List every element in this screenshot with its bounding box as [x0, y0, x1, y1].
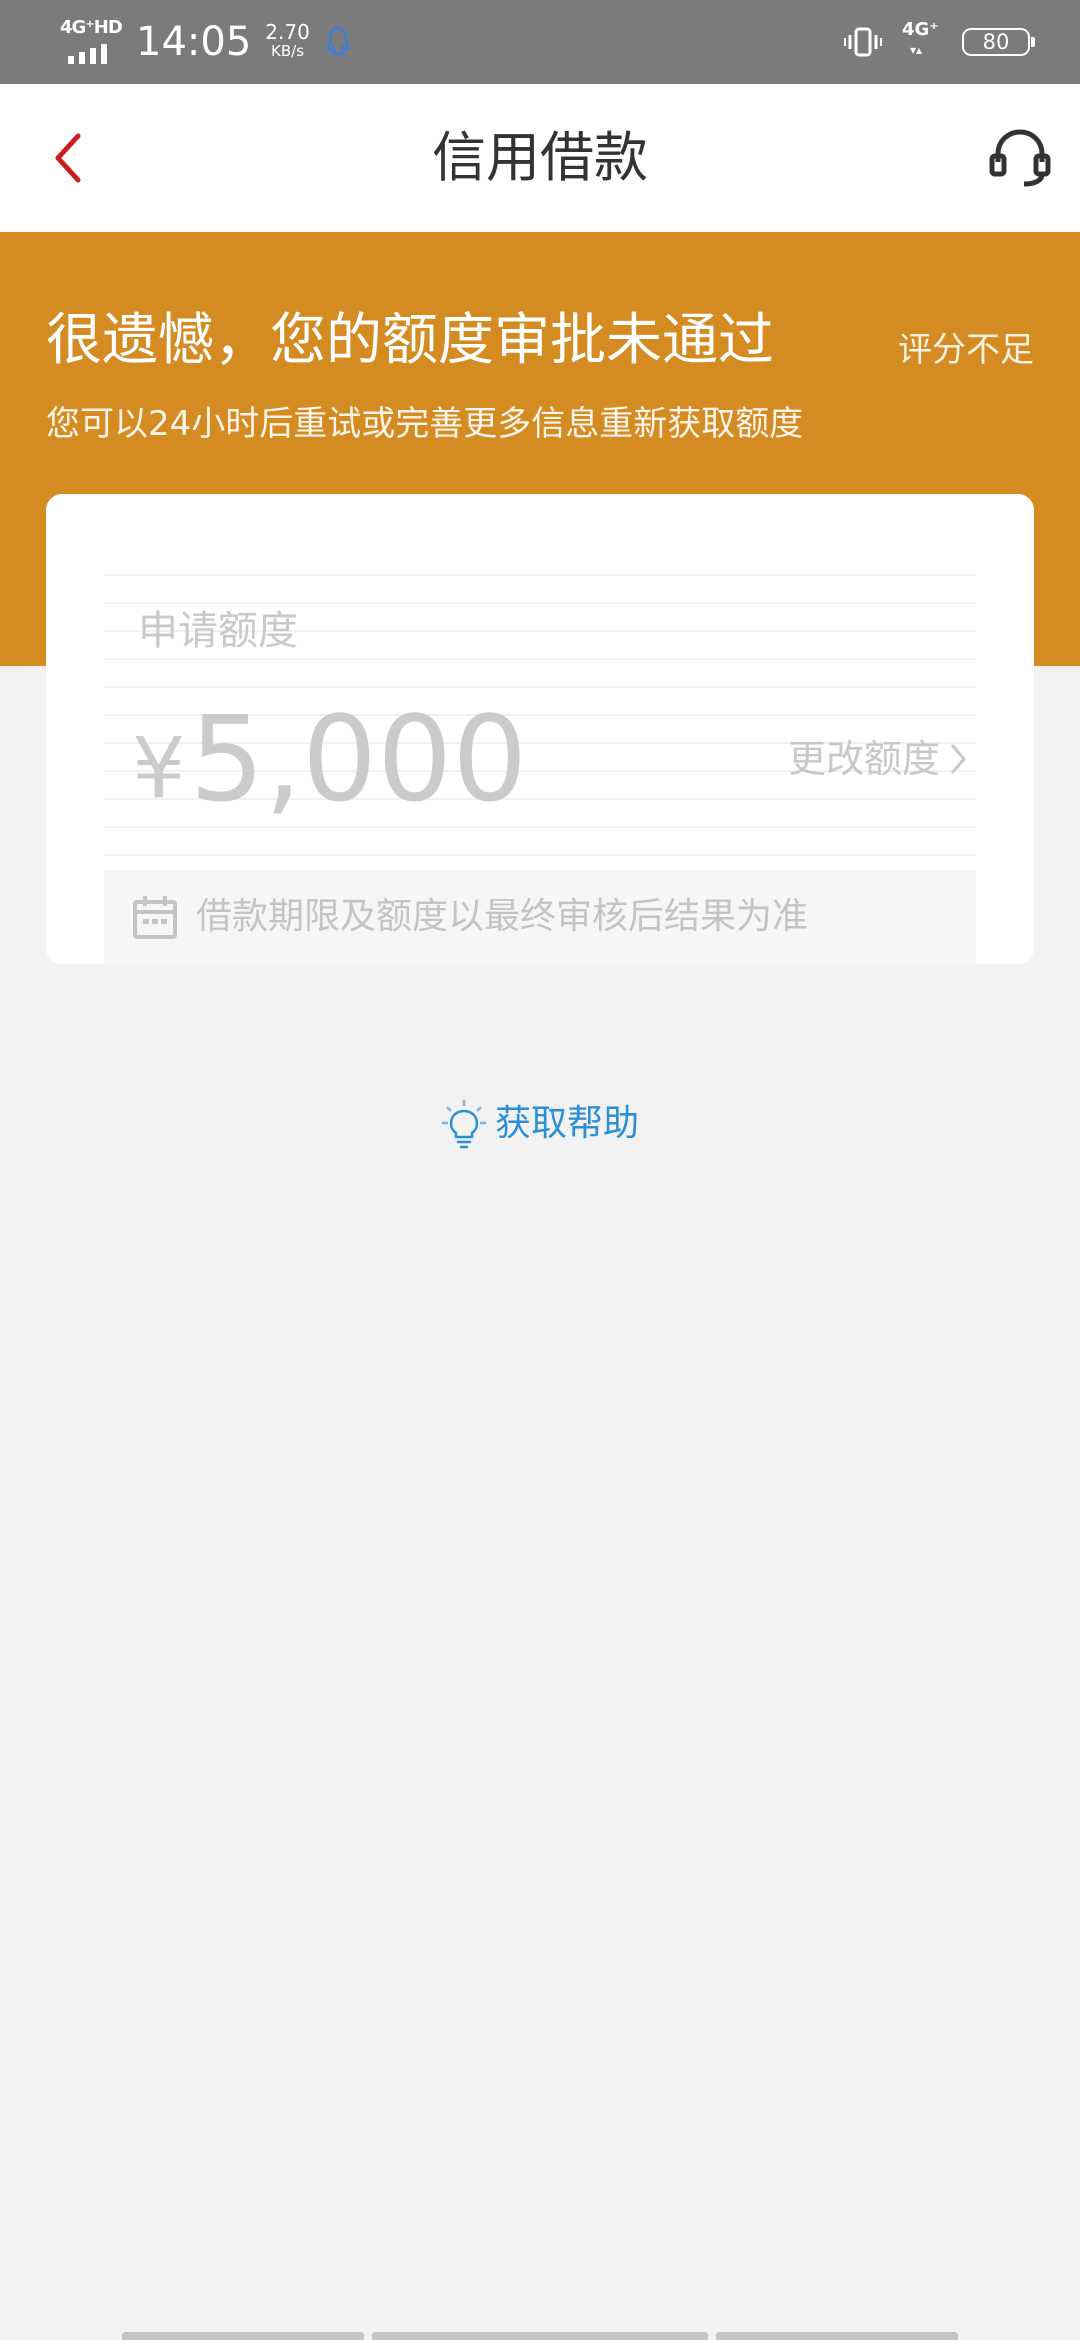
calendar-icon [133, 896, 177, 939]
amount-value: 5,000 [189, 690, 528, 828]
network-type-right: 4G⁺ [902, 19, 939, 40]
network-speed: 2.70 KB/s [265, 20, 310, 61]
headset-icon [989, 129, 1051, 187]
retry-hint: 您可以24小时后重试或完善更多信息重新获取额度 [46, 404, 804, 444]
network-signal-icon: 4G⁺HD [58, 14, 126, 70]
mobile-data-icon: 4G⁺ ▾▴ [902, 19, 939, 57]
get-help-label: 获取帮助 [494, 1103, 639, 1144]
credit-amount-card: 申请额度 ¥ 5,000 更改额度 借款期限及额度以最终审核后结果为准 [46, 494, 1034, 964]
network-speed-unit: KB/s [271, 42, 305, 60]
get-help-link[interactable]: 获取帮助 [0, 1094, 1080, 1154]
status-bar: 4G⁺HD 14:05 2.70 KB/s 4G⁺ ▾▴ 80 [0, 0, 1080, 84]
amount-label: 申请额度 [138, 608, 298, 654]
network-speed-value: 2.70 [265, 20, 310, 44]
battery-level: 80 [982, 30, 1010, 54]
amount-display: ¥ 5,000 [132, 694, 527, 824]
chevron-right-icon [950, 744, 966, 774]
nav-indicator-center[interactable] [372, 2332, 708, 2340]
qq-notification-icon [326, 26, 350, 58]
network-type-left: 4G⁺HD [60, 17, 123, 38]
nav-indicator-right[interactable] [716, 2332, 958, 2340]
currency-symbol: ¥ [132, 719, 186, 817]
page-title: 信用借款 [432, 126, 648, 189]
vibrate-icon [844, 26, 882, 58]
lightbulb-icon [441, 1100, 486, 1149]
status-time: 14:05 [136, 19, 252, 65]
rejection-title: 很遗憾，您的额度审批未通过 [46, 308, 774, 373]
customer-service-button[interactable] [980, 118, 1060, 198]
nav-indicator-left[interactable] [122, 2332, 364, 2340]
change-amount-label: 更改额度 [787, 737, 940, 781]
notice-text: 借款期限及额度以最终审核后结果为准 [196, 896, 809, 937]
battery-icon: 80 [962, 28, 1035, 56]
change-amount-button[interactable]: 更改额度 [788, 734, 968, 784]
notice-box: 借款期限及额度以最终审核后结果为准 [104, 870, 976, 964]
bottom-navigation-indicator [0, 2330, 1080, 2340]
nav-bar: 信用借款 [0, 84, 1080, 232]
rejection-reason: 评分不足 [898, 330, 1034, 370]
